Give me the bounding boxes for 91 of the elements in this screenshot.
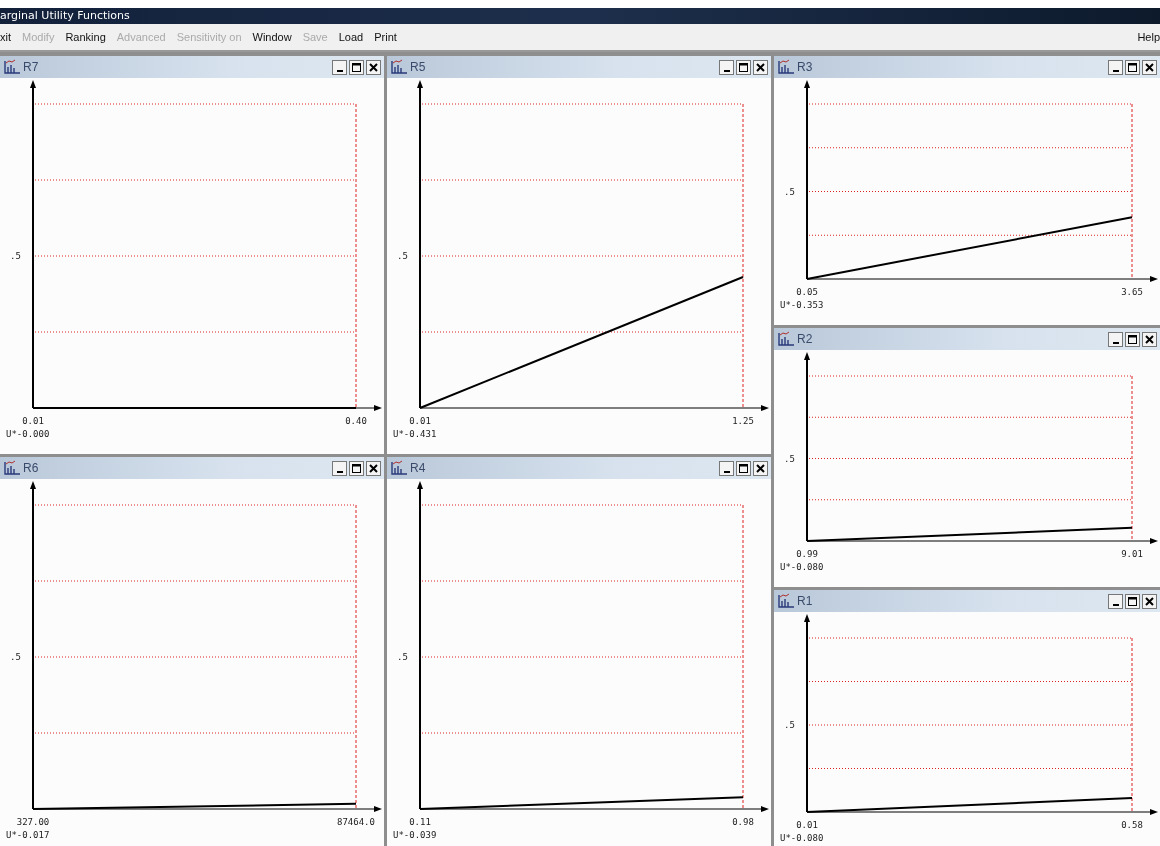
y-tick-label: .5	[10, 251, 21, 261]
chart-icon	[390, 460, 408, 476]
close-button[interactable]	[366, 460, 381, 476]
menu-item[interactable]: Load	[338, 31, 364, 43]
maximize-button[interactable]	[736, 460, 751, 476]
maximize-icon	[739, 62, 748, 72]
x-tick-label: 0.58	[1121, 820, 1143, 830]
x-tick-label: 0.01	[22, 416, 44, 426]
y-tick-label: .5	[784, 186, 795, 197]
window-title: R6	[23, 461, 39, 475]
y-tick-label: .5	[397, 251, 408, 261]
close-icon	[369, 62, 378, 72]
maximize-button[interactable]	[349, 460, 364, 476]
utility-value: U*-0.080	[780, 833, 824, 843]
chart-icon	[3, 460, 21, 476]
x-tick-label: 9.01	[1121, 549, 1143, 559]
chart-icon	[777, 331, 795, 347]
menu-item[interactable]: Ranking	[65, 31, 106, 43]
minimize-icon	[336, 69, 343, 72]
maximize-icon	[1128, 596, 1137, 606]
close-icon	[369, 463, 378, 473]
minimize-button[interactable]	[719, 59, 734, 75]
utility-value: U*-0.039	[393, 830, 437, 840]
close-button[interactable]	[1142, 331, 1157, 347]
maximize-icon	[1128, 334, 1137, 344]
x-tick-label: 1.25	[732, 416, 754, 426]
chart-icon	[777, 593, 795, 609]
utility-value: U*-0.000	[6, 429, 50, 439]
window-title: arginal Utility Functions	[0, 9, 130, 22]
maximize-button[interactable]	[1125, 593, 1140, 609]
minimize-button[interactable]	[332, 59, 347, 75]
x-tick-label: 0.98	[732, 817, 754, 827]
close-button[interactable]	[753, 59, 768, 75]
y-tick-label: .5	[10, 652, 21, 662]
close-button[interactable]	[366, 59, 381, 75]
minimize-icon	[723, 470, 730, 473]
utility-value: U*-0.080	[780, 562, 824, 572]
maximize-button[interactable]	[1125, 59, 1140, 75]
window-title: R5	[410, 60, 426, 74]
x-tick-label: 0.01	[409, 416, 431, 426]
x-tick-label: 0.99	[796, 549, 818, 559]
chart-icon	[390, 59, 408, 75]
menu-item[interactable]: Print	[374, 31, 397, 43]
close-icon	[1145, 62, 1154, 72]
help-menu[interactable]: Help	[1137, 31, 1160, 43]
window-title: R4	[410, 461, 426, 475]
chart-icon	[777, 59, 795, 75]
maximize-icon	[352, 62, 361, 72]
utility-value: U*-0.431	[393, 429, 437, 439]
close-icon	[1145, 334, 1154, 344]
x-tick-label: 87464.0	[337, 817, 375, 827]
close-button[interactable]	[1142, 593, 1157, 609]
x-tick-label: 0.05	[796, 287, 818, 297]
window-title: R3	[797, 60, 813, 74]
maximize-button[interactable]	[736, 59, 751, 75]
maximize-icon	[739, 463, 748, 473]
menu-item[interactable]: xit	[0, 31, 11, 43]
minimize-icon	[1112, 603, 1119, 606]
close-icon	[756, 62, 765, 72]
x-tick-label: 0.40	[345, 416, 367, 426]
minimize-button[interactable]	[1108, 331, 1123, 347]
minimize-button[interactable]	[719, 460, 734, 476]
window-title: R1	[797, 594, 813, 608]
close-button[interactable]	[753, 460, 768, 476]
maximize-button[interactable]	[1125, 331, 1140, 347]
y-tick-label: .5	[784, 720, 795, 730]
x-tick-label: 327.00	[16, 817, 50, 827]
minimize-button[interactable]	[332, 460, 347, 476]
minimize-button[interactable]	[1108, 593, 1123, 609]
minimize-icon	[1112, 69, 1119, 72]
maximize-icon	[352, 463, 361, 473]
y-tick-label: .5	[397, 652, 408, 662]
chart-icon	[3, 59, 21, 75]
x-tick-label: 0.01	[796, 820, 818, 830]
minimize-icon	[336, 470, 343, 473]
y-tick-label: .5	[784, 453, 795, 464]
minimize-icon	[1112, 341, 1119, 344]
window-title: R2	[797, 332, 813, 346]
x-tick-label: 3.65	[1121, 287, 1143, 297]
minimize-icon	[723, 69, 730, 72]
utility-value: U*-0.353	[780, 300, 824, 310]
menu-item[interactable]: Window	[252, 31, 292, 43]
close-icon	[756, 463, 765, 473]
x-tick-label: 0.11	[409, 817, 431, 827]
maximize-icon	[1128, 62, 1137, 72]
window-title: R7	[23, 60, 39, 74]
maximize-button[interactable]	[349, 59, 364, 75]
minimize-button[interactable]	[1108, 59, 1123, 75]
close-icon	[1145, 596, 1154, 606]
close-button[interactable]	[1142, 59, 1157, 75]
utility-value: U*-0.017	[6, 830, 50, 840]
